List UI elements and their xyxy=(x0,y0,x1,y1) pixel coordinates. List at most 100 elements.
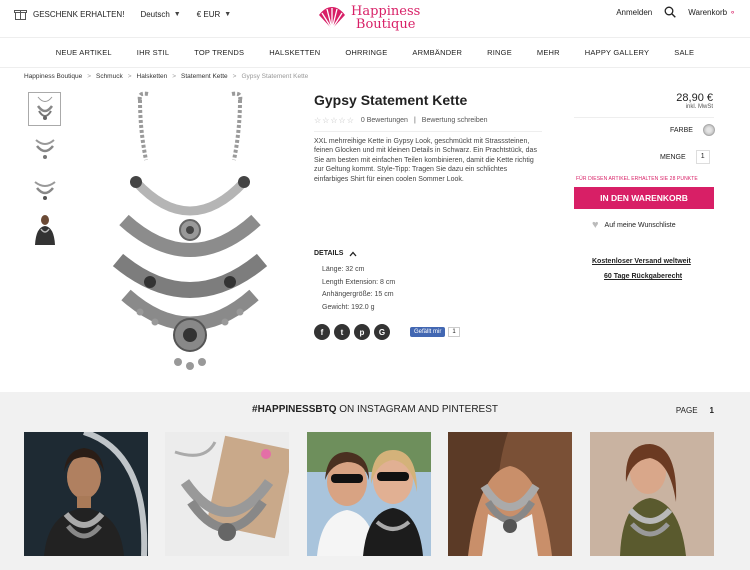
instagram-heading-rest: ON INSTAGRAM AND PINTEREST xyxy=(336,404,498,415)
write-review-link[interactable]: Bewertung schreiben xyxy=(422,117,488,124)
chevron-down-icon: ▼ xyxy=(173,10,181,18)
nav-item-halsketten[interactable]: HALSKETTEN xyxy=(269,48,320,57)
top-bar: GESCHENK ERHALTEN! Deutsch ▼ € EUR ▼ Hap… xyxy=(0,0,750,38)
rating-divider: | xyxy=(413,117,416,124)
necklace-thumbnail-image xyxy=(34,139,55,159)
nav-item-top-trends[interactable]: TOP TRENDS xyxy=(194,48,244,57)
product-description: XXL mehrreihige Kette in Gypsy Look, ges… xyxy=(314,138,537,183)
gift-link[interactable]: GESCHENK ERHALTEN! xyxy=(33,10,124,19)
nav-item-sale[interactable]: SALE xyxy=(674,48,694,57)
page-number[interactable]: 1 xyxy=(710,406,714,415)
breadcrumb: Happiness Boutique > Schmuck > Halskette… xyxy=(24,73,308,80)
fb-like-button[interactable]: Gefällt mir xyxy=(410,327,446,337)
vat-note: inkl. MwSt xyxy=(685,104,713,110)
returns-link[interactable]: 60 Tage Rückgaberecht xyxy=(604,273,682,280)
detail-item: Länge: 32 cm xyxy=(322,266,365,273)
search-icon[interactable] xyxy=(664,6,677,18)
wishlist-label: Auf meine Wunschliste xyxy=(604,222,676,229)
logo-text: Happiness Boutique xyxy=(351,5,420,31)
twitter-icon[interactable]: t xyxy=(334,324,350,340)
thumbnail-1[interactable] xyxy=(28,92,61,126)
thumbnail-3[interactable] xyxy=(28,172,61,206)
facebook-like[interactable]: Gefällt mir 1 xyxy=(410,327,460,337)
currency-select[interactable]: € EUR ▼ xyxy=(197,10,232,19)
language-value: Deutsch xyxy=(140,9,170,19)
product-thumbnails xyxy=(28,92,61,252)
star-rating-icon: ☆☆☆☆☆ xyxy=(314,116,355,125)
pinterest-icon[interactable]: p xyxy=(354,324,370,340)
language-select[interactable]: Deutsch ▼ xyxy=(140,10,180,19)
instagram-photo-3[interactable] xyxy=(307,432,431,556)
woman-profile-photo xyxy=(590,432,714,556)
breadcrumb-separator-icon: > xyxy=(127,73,132,80)
site-logo[interactable]: Happiness Boutique xyxy=(317,5,420,31)
instagram-photo-2[interactable] xyxy=(165,432,289,556)
nav-item-armbaender[interactable]: ARMBÄNDER xyxy=(412,48,462,57)
details-list: Länge: 32 cm Length Extension: 8 cm Anhä… xyxy=(322,264,395,314)
instagram-hashtag[interactable]: #HAPPINESSBTQ xyxy=(252,404,336,415)
woman-portrait-photo xyxy=(24,432,148,556)
instagram-photo-1[interactable] xyxy=(24,432,148,556)
instagram-section: #HAPPINESSBTQ ON INSTAGRAM AND PINTEREST… xyxy=(0,392,750,570)
breadcrumb-current: Gypsy Statement Kette xyxy=(241,73,309,80)
cart-label: Warenkorb xyxy=(688,7,728,17)
top-bar-left: GESCHENK ERHALTEN! Deutsch ▼ € EUR ▼ xyxy=(14,8,231,20)
facebook-icon[interactable]: f xyxy=(314,324,330,340)
breadcrumb-item[interactable]: Halsketten xyxy=(137,73,168,80)
price-block: 28,90 € inkl. MwSt xyxy=(676,92,713,110)
gift-icon[interactable] xyxy=(14,8,27,20)
details-heading: DETAILS xyxy=(314,250,344,257)
two-women-selfie-photo xyxy=(307,432,431,556)
breadcrumb-separator-icon: > xyxy=(87,73,91,80)
necklace-worn-photo xyxy=(448,432,572,556)
product-main-image xyxy=(112,91,268,370)
rating-row: ☆☆☆☆☆ 0 Bewertungen | Bewertung schreibe… xyxy=(314,116,542,132)
color-label: FARBE xyxy=(670,126,693,134)
page-label: PAGE xyxy=(675,406,698,415)
quantity-input[interactable]: 1 xyxy=(695,150,710,164)
main-nav: NEUE ARTIKEL IHR STIL TOP TRENDS HALSKET… xyxy=(0,38,750,68)
nav-item-ringe[interactable]: RINGE xyxy=(487,48,512,57)
detail-item: Gewicht: 192.0 g xyxy=(322,303,375,311)
login-link[interactable]: Anmelden xyxy=(616,8,652,17)
instagram-photo-4[interactable] xyxy=(448,432,572,556)
nav-item-mehr[interactable]: MEHR xyxy=(537,48,560,57)
detail-item: Length Extension: 8 cm xyxy=(322,278,396,286)
color-selector: FARBE xyxy=(670,124,715,136)
chevron-down-icon: ▼ xyxy=(224,10,232,18)
instagram-heading: #HAPPINESSBTQ ON INSTAGRAM AND PINTEREST xyxy=(0,404,750,415)
breadcrumb-separator-icon: > xyxy=(232,73,237,80)
wishlist-link[interactable]: ♥ Auf meine Wunschliste xyxy=(592,220,676,231)
nav-item-ohrringe[interactable]: OHRRINGE xyxy=(345,48,387,57)
currency-value: € EUR xyxy=(196,9,221,19)
social-share: f t p G Gefällt mir 1 xyxy=(314,324,460,340)
loyalty-points-note: FÜR DIESEN ARTIKEL ERHALTEN SIE 28 PUNKT… xyxy=(576,176,698,182)
details-toggle[interactable]: DETAILS xyxy=(314,250,357,257)
thumbnail-4[interactable] xyxy=(28,212,61,246)
review-count[interactable]: 0 Bewertungen xyxy=(361,117,408,124)
google-plus-icon[interactable]: G xyxy=(374,324,390,340)
necklace-flatlay-photo xyxy=(165,432,289,556)
nav-item-happy-gallery[interactable]: HAPPY GALLERY xyxy=(585,48,649,57)
model-thumbnail-image xyxy=(31,213,58,245)
product-title: Gypsy Statement Kette xyxy=(314,92,468,108)
breadcrumb-item[interactable]: Happiness Boutique xyxy=(24,73,82,80)
nav-item-ihr-stil[interactable]: IHR STIL xyxy=(137,48,169,57)
cart-link[interactable]: Warenkorb ⚬ xyxy=(688,8,736,17)
pagination: PAGE 1 xyxy=(676,406,714,415)
necklace-thumbnail-image xyxy=(33,181,56,200)
shell-logo-icon xyxy=(319,7,345,30)
detail-item: Anhängergröße: 15 cm xyxy=(322,291,394,298)
breadcrumb-item[interactable]: Statement Kette xyxy=(181,73,228,80)
breadcrumb-separator-icon: > xyxy=(172,73,177,80)
thumbnail-2[interactable] xyxy=(28,132,61,166)
color-swatch-silver[interactable] xyxy=(702,124,715,136)
heart-icon: ♥ xyxy=(592,219,599,231)
price: 28,90 € xyxy=(676,92,713,104)
breadcrumb-item[interactable]: Schmuck xyxy=(96,73,123,80)
nav-item-neue-artikel[interactable]: NEUE ARTIKEL xyxy=(56,48,112,57)
shipping-link[interactable]: Kostenloser Versand weltweit xyxy=(592,258,691,265)
instagram-photo-5[interactable] xyxy=(590,432,714,556)
add-to-cart-button[interactable]: IN DEN WARENKORB xyxy=(574,187,714,209)
quantity-selector: MENGE 1 xyxy=(660,150,710,164)
